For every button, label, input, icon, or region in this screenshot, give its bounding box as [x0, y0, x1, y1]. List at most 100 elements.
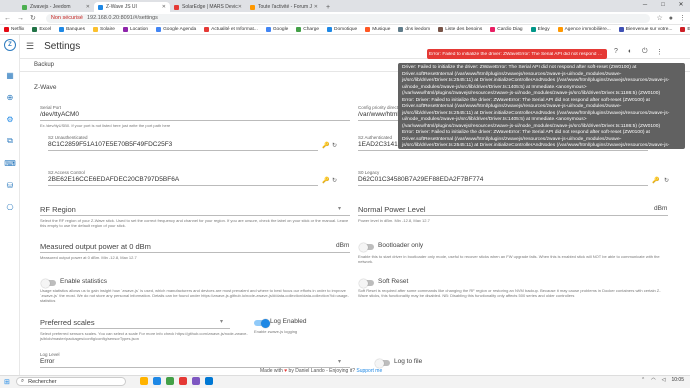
- s2-unauth-input[interactable]: 8C1C2859F51A107E5E70B5F49FDC25F3: [48, 141, 172, 148]
- refresh-icon[interactable]: ↻: [332, 177, 337, 184]
- bookmark-item[interactable]: Bienvenue sur votre...: [618, 27, 672, 32]
- close-icon[interactable]: ✕: [314, 4, 318, 10]
- chevron-down-icon[interactable]: ▾: [338, 358, 341, 365]
- s0-legacy-input[interactable]: D62C01C34580B7A29EF88EDA2F7BF774: [358, 176, 483, 183]
- chevron-down-icon[interactable]: ▾: [220, 318, 223, 325]
- nav-settings-icon[interactable]: ⚙: [4, 113, 16, 125]
- bookmark-item[interactable]: Google Agenda: [156, 27, 196, 32]
- forward-icon[interactable]: →: [17, 15, 24, 22]
- zwave-section-header[interactable]: Z-Wave: [34, 84, 57, 91]
- s2-access-input[interactable]: 2BE62E16CCE6EDAFDEC20CB797D5BF6A: [48, 176, 179, 183]
- bookmark-label: Solaire: [100, 27, 115, 32]
- bookmark-item[interactable]: Actualité et Informat...: [204, 27, 258, 32]
- theme-icon[interactable]: ◐: [628, 48, 632, 55]
- url-field[interactable]: Non sécurisé 192.168.0.20:8091/#/setting…: [45, 13, 651, 23]
- minimize-icon[interactable]: ─: [636, 0, 654, 10]
- app-icon[interactable]: [192, 377, 200, 385]
- app-footer: Made with ♥ by Daniel Lando - Enjoying i…: [260, 368, 382, 374]
- bookmark-label: Location: [129, 27, 149, 32]
- close-icon[interactable]: ✕: [238, 4, 242, 10]
- bookmark-item[interactable]: dns leedom: [398, 27, 430, 32]
- normal-power-input[interactable]: Normal Power Level: [358, 205, 426, 214]
- log-enabled-toggle[interactable]: [254, 318, 270, 328]
- windows-start-icon[interactable]: ⊞: [4, 378, 10, 386]
- bootloader-toggle[interactable]: [359, 242, 374, 252]
- bookmark-item[interactable]: Domotique: [327, 27, 357, 32]
- refresh-icon[interactable]: ↻: [332, 142, 337, 149]
- nav-control-panel-icon[interactable]: ▦: [4, 69, 16, 81]
- power-icon[interactable]: ⏻: [642, 48, 648, 56]
- edge-icon[interactable]: [153, 377, 161, 385]
- bookmark-item[interactable]: Elegy: [530, 27, 550, 32]
- maximize-icon[interactable]: □: [654, 0, 672, 10]
- nav-debug-icon[interactable]: ⌨: [4, 157, 16, 169]
- bookmark-item[interactable]: Musique: [365, 27, 390, 32]
- nav-smart-start-icon[interactable]: ⊕: [4, 91, 16, 103]
- tab-label: Z-Wave JS UI: [106, 4, 137, 10]
- menu-icon[interactable]: ⋮: [679, 14, 686, 22]
- bookmark-item[interactable]: Espace client Free...: [680, 27, 690, 32]
- clock[interactable]: 10:05: [671, 377, 684, 383]
- reload-icon[interactable]: ↻: [30, 14, 36, 22]
- bookmark-favicon-icon: [93, 27, 98, 32]
- driver-error-button[interactable]: Error: Failed to initialize the driver: …: [427, 49, 607, 59]
- backup-section-header[interactable]: Backup: [34, 62, 54, 68]
- new-tab-icon[interactable]: +: [326, 4, 330, 11]
- bookmark-item[interactable]: Liste des besoins: [438, 27, 482, 32]
- key-icon[interactable]: 🔑: [652, 177, 659, 184]
- bookmark-item[interactable]: Location: [122, 27, 149, 32]
- bookmark-item[interactable]: Charge: [296, 27, 319, 32]
- nav-store-icon[interactable]: ⛁: [4, 179, 16, 191]
- bookmarks-bar: Netflix Excel Banques Solaire Location Google…: [0, 25, 690, 35]
- bookmark-label: Netflix: [11, 27, 25, 32]
- chevron-up-icon[interactable]: ⌃: [641, 377, 645, 383]
- bookmark-label: dns leedom: [405, 27, 431, 32]
- bookmark-item[interactable]: Agence immobilière...: [557, 27, 611, 32]
- chrome-icon[interactable]: [166, 377, 174, 385]
- bookmark-item[interactable]: Google: [265, 27, 288, 32]
- rf-region-select[interactable]: RF Region: [40, 205, 76, 214]
- file-explorer-icon[interactable]: [140, 377, 148, 385]
- star-icon[interactable]: ☆: [656, 14, 662, 22]
- tooltip-line: (/var/www/html/plugins/zwavejs/resources…: [402, 91, 661, 96]
- serial-port-input[interactable]: /dev/ttyACM0: [40, 111, 79, 118]
- mail-icon[interactable]: [205, 377, 213, 385]
- log-level-select[interactable]: Error: [40, 358, 54, 365]
- close-icon[interactable]: ✕: [86, 4, 90, 10]
- close-icon[interactable]: ✕: [162, 4, 166, 10]
- wifi-icon[interactable]: ◠: [651, 377, 655, 383]
- close-window-icon[interactable]: ✕: [672, 0, 690, 10]
- support-link[interactable]: Support me: [356, 368, 382, 374]
- output-power-input[interactable]: Measured output power at 0 dBm: [40, 242, 151, 251]
- nav-scenes-icon[interactable]: ⧉: [4, 135, 16, 147]
- refresh-icon[interactable]: ↻: [664, 177, 669, 184]
- back-icon[interactable]: ←: [4, 15, 11, 22]
- bookmark-label: Agence immobilière...: [564, 27, 611, 32]
- key-icon[interactable]: 🔑: [322, 142, 329, 149]
- bookmark-item[interactable]: Cardio Diag: [490, 27, 523, 32]
- log-to-file-toggle[interactable]: [375, 358, 390, 368]
- bookmark-item[interactable]: Netflix: [4, 27, 24, 32]
- key-icon[interactable]: 🔑: [322, 177, 329, 184]
- help-icon[interactable]: ?: [614, 48, 618, 55]
- chevron-down-icon[interactable]: ▾: [338, 205, 341, 212]
- browser-tab-active[interactable]: Z-Wave JS UI ✕: [94, 2, 170, 12]
- volume-icon[interactable]: ◁: [662, 377, 666, 383]
- preferred-scales-select[interactable]: Preferred scales: [40, 318, 95, 327]
- taskbar-search[interactable]: ⌕ Rechercher: [16, 377, 126, 386]
- hamburger-menu-icon[interactable]: ☰: [26, 41, 34, 52]
- profile-icon[interactable]: ●: [669, 15, 673, 22]
- soft-reset-toggle[interactable]: [359, 278, 374, 288]
- browser-tab[interactable]: Toute l'activité - Forum J ✕: [246, 2, 322, 12]
- app-icon[interactable]: [179, 377, 187, 385]
- bookmark-item[interactable]: Banques: [59, 27, 85, 32]
- statistics-toggle[interactable]: [41, 278, 56, 288]
- browser-tab[interactable]: SolarEdge | MARS Devic ✕: [170, 2, 246, 12]
- system-tray: ⌃ ◠ ◁ 10:05: [641, 377, 684, 383]
- nav-network-icon[interactable]: ⎔: [4, 201, 16, 213]
- bookmark-item[interactable]: Solaire: [93, 27, 115, 32]
- bookmark-favicon-icon: [365, 27, 371, 32]
- bookmark-item[interactable]: Excel: [32, 27, 51, 32]
- more-options-icon[interactable]: ⋮: [656, 48, 663, 56]
- browser-tab[interactable]: Zwavejs - Jeedom ✕: [18, 2, 94, 12]
